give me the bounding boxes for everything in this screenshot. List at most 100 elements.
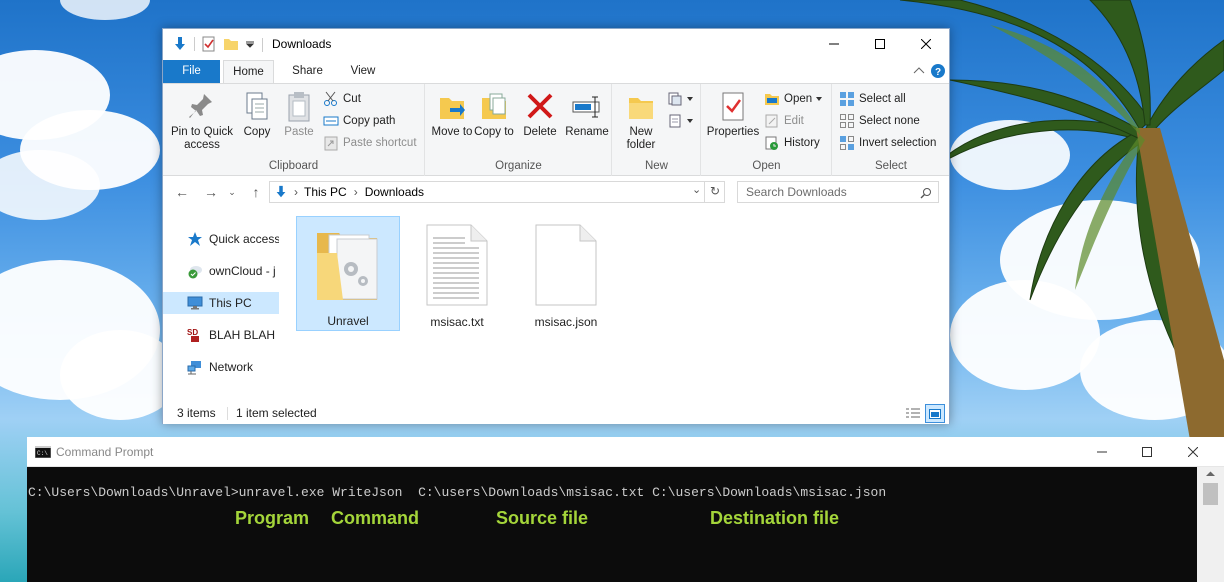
edit-button[interactable]: Edit [764, 112, 804, 130]
file-item-msisac-txt[interactable]: msisac.txt [405, 216, 509, 331]
address-bar[interactable]: › This PC › Downloads ⌄ ↻ [269, 181, 725, 203]
maximize-button[interactable] [857, 29, 903, 59]
folder-icon [317, 233, 378, 300]
address-dropdown-icon[interactable]: ⌄ [692, 183, 701, 196]
recent-locations-button[interactable]: ⌄ [226, 183, 238, 201]
properties-qa-icon[interactable] [201, 36, 217, 52]
cmd-close-button[interactable] [1170, 437, 1216, 467]
nav-item-owncloud[interactable]: ownCloud - j [163, 260, 279, 282]
paste-icon [288, 92, 310, 122]
sd-card-icon: SD [187, 328, 199, 342]
easy-access-button[interactable] [667, 112, 693, 130]
cut-button[interactable]: Cut [323, 90, 361, 108]
file-item-msisac-json[interactable]: msisac.json [514, 216, 618, 331]
nav-item-sd-card[interactable]: SD BLAH BLAH ( [163, 324, 279, 346]
network-icon [187, 361, 201, 375]
nav-item-this-pc[interactable]: This PC [163, 292, 279, 314]
paste-shortcut-button[interactable]: Paste shortcut [323, 134, 417, 152]
history-icon [765, 136, 778, 150]
scrollbar-thumb[interactable] [1203, 483, 1218, 505]
refresh-icon[interactable]: ↻ [710, 184, 720, 198]
new-folder-icon [629, 98, 653, 119]
annotation-destination-file: Destination file [710, 508, 840, 528]
invert-selection-label: Invert selection [859, 137, 937, 149]
properties-icon [722, 92, 744, 121]
details-view-icon [906, 408, 920, 418]
select-all-icon [840, 92, 854, 106]
nav-item-label: Network [209, 360, 254, 374]
copy-to-button[interactable]: Copy to [474, 90, 514, 139]
tab-view[interactable]: View [337, 60, 389, 83]
back-button[interactable]: ← [172, 183, 192, 201]
delete-button[interactable]: Delete [520, 90, 560, 139]
select-none-button[interactable]: Select none [839, 112, 920, 130]
customize-qa-dropdown-icon[interactable] [245, 39, 255, 49]
ribbon: Pin to Quick access Copy Paste Cut Copy … [163, 83, 949, 176]
properties-label: Properties [706, 126, 760, 138]
search-box[interactable]: Search Downloads [737, 181, 939, 203]
status-bar: 3 items 1 item selected [163, 404, 949, 424]
minimize-icon [1097, 451, 1107, 453]
cmd-minimize-button[interactable] [1079, 437, 1125, 467]
cloud [60, 0, 150, 20]
large-icons-view-button[interactable] [925, 404, 945, 423]
minimize-button[interactable] [811, 29, 857, 59]
invert-selection-icon [840, 136, 854, 150]
copy-path-button[interactable]: Copy path [323, 112, 395, 130]
pin-to-quick-access-button[interactable]: Pin to Quick access [169, 90, 235, 152]
tab-file[interactable]: File [163, 60, 220, 83]
help-icon[interactable]: ? [931, 64, 945, 78]
ribbon-tabs: File Home Share View ? [163, 60, 949, 84]
paste-button[interactable]: Paste [281, 90, 317, 139]
invert-selection-button[interactable]: Invert selection [839, 134, 936, 152]
breadcrumb-downloads[interactable]: Downloads [365, 185, 424, 199]
collapse-ribbon-icon[interactable] [913, 66, 925, 76]
properties-button[interactable]: Properties [704, 90, 762, 139]
dropdown-arrow-icon [687, 97, 693, 101]
dropdown-arrow-icon [687, 119, 693, 123]
copy-icon [246, 92, 268, 120]
nav-item-quick-access[interactable]: Quick access [163, 228, 279, 250]
cmd-maximize-button[interactable] [1124, 437, 1170, 467]
scroll-up-arrow-icon[interactable] [1206, 471, 1215, 477]
select-none-icon [840, 114, 854, 128]
search-input[interactable]: Search Downloads [746, 185, 847, 199]
cut-label: Cut [343, 93, 361, 105]
file-item-unravel-folder[interactable]: Unravel [296, 216, 400, 331]
select-group-label: Select [875, 160, 907, 172]
copy-label: Copy [243, 126, 271, 138]
select-all-button[interactable]: Select all [839, 90, 906, 108]
history-button[interactable]: History [764, 134, 820, 152]
tab-share[interactable]: Share [280, 60, 335, 83]
new-item-button[interactable] [667, 90, 693, 108]
new-folder-qa-icon[interactable] [223, 36, 239, 52]
selected-count: 1 item selected [236, 406, 317, 420]
open-folder-icon [765, 94, 779, 105]
clipboard-group: Pin to Quick access Copy Paste Cut Copy … [163, 84, 425, 176]
clipboard-group-label: Clipboard [268, 160, 319, 172]
command-line-text[interactable]: C:\Users\Downloads\Unravel>unravel.exe W… [28, 485, 886, 500]
search-icon [920, 188, 931, 199]
open-button[interactable]: Open [764, 90, 823, 108]
close-button[interactable] [903, 29, 949, 59]
up-arrow-icon: ↑ [252, 184, 260, 200]
tab-home[interactable]: Home [223, 60, 274, 84]
copy-button[interactable]: Copy [239, 90, 275, 139]
cmd-scrollbar[interactable] [1197, 467, 1224, 582]
new-folder-button[interactable]: New folder [619, 90, 663, 152]
up-button[interactable]: ↑ [246, 183, 266, 201]
new-folder-label: New folder [626, 126, 656, 151]
forward-button[interactable]: → [201, 183, 221, 201]
nav-item-network[interactable]: Network [163, 356, 279, 378]
nav-item-label: This PC [209, 296, 252, 310]
download-arrow-icon [175, 37, 185, 50]
download-arrow-icon [276, 185, 286, 198]
maximize-icon [875, 39, 885, 49]
breadcrumb-this-pc[interactable]: This PC [304, 185, 347, 199]
move-to-button[interactable]: Move to [430, 90, 474, 139]
chevron-down-icon: ⌄ [228, 187, 236, 197]
dropdown-arrow-icon [816, 97, 823, 101]
details-view-button[interactable] [903, 404, 923, 422]
rename-button[interactable]: Rename [564, 90, 610, 139]
large-icons-view-icon [929, 408, 941, 419]
